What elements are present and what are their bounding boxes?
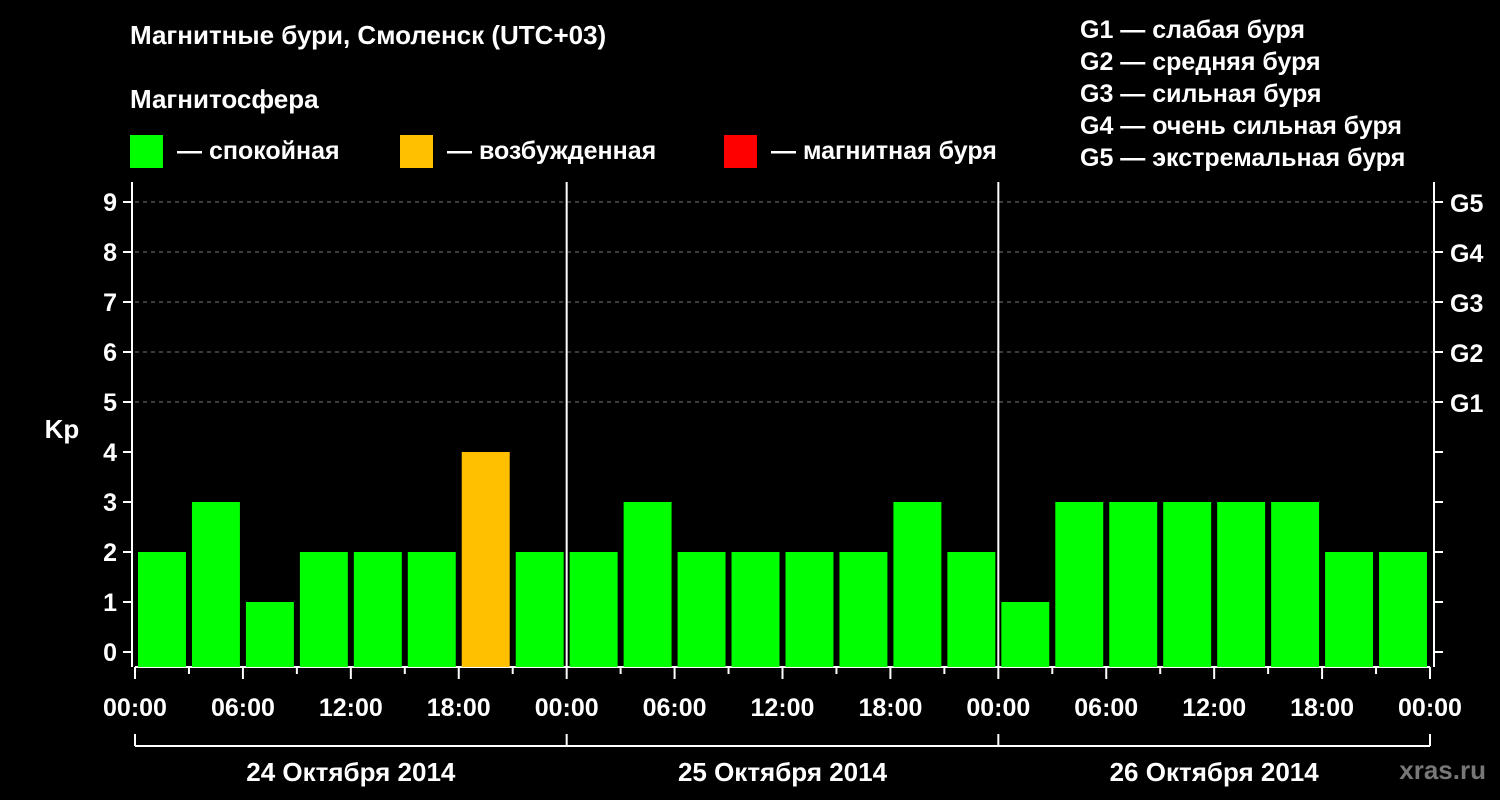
kp-bar bbox=[407, 552, 456, 667]
x-tick-label: 18:00 bbox=[427, 694, 491, 722]
g-level-label-g3: G3 bbox=[1450, 290, 1483, 318]
y-tick-label-0: 0 bbox=[103, 639, 117, 667]
y-tick-label-4: 4 bbox=[103, 439, 117, 467]
kp-bar bbox=[191, 502, 240, 667]
kp-bar bbox=[839, 552, 888, 667]
x-tick-label: 18:00 bbox=[858, 694, 922, 722]
x-tick-label: 18:00 bbox=[1290, 694, 1354, 722]
x-tick-label: 12:00 bbox=[751, 694, 815, 722]
x-tick-label: 06:00 bbox=[1074, 694, 1138, 722]
kp-bar bbox=[677, 552, 726, 667]
kp-bar bbox=[1325, 552, 1374, 667]
x-tick-label: 06:00 bbox=[643, 694, 707, 722]
kp-bar bbox=[299, 552, 348, 667]
day-label: 26 Октября 2014 bbox=[1110, 757, 1320, 787]
x-tick-label: 00:00 bbox=[1398, 694, 1462, 722]
kp-bar bbox=[1109, 502, 1158, 667]
y-tick-label-5: 5 bbox=[103, 389, 117, 417]
kp-bar bbox=[569, 552, 618, 667]
kp-bar bbox=[1271, 502, 1320, 667]
g-level-label-g5: G5 bbox=[1450, 190, 1483, 218]
kp-bar bbox=[1163, 502, 1212, 667]
y-tick-label-9: 9 bbox=[103, 189, 117, 217]
x-tick-label: 00:00 bbox=[966, 694, 1030, 722]
kp-bar bbox=[1217, 502, 1266, 667]
day-label: 25 Октября 2014 bbox=[678, 757, 888, 787]
g-level-label-g1: G1 bbox=[1450, 390, 1483, 418]
kp-bar bbox=[1379, 552, 1427, 667]
y-tick-label-3: 3 bbox=[103, 489, 117, 517]
x-tick-label: 06:00 bbox=[211, 694, 275, 722]
y-tick-label-6: 6 bbox=[103, 339, 117, 367]
day-label: 24 Октября 2014 bbox=[246, 757, 456, 787]
x-tick-label: 00:00 bbox=[103, 694, 167, 722]
kp-bar bbox=[1001, 602, 1050, 667]
kp-bar bbox=[353, 552, 402, 667]
y-tick-label-2: 2 bbox=[103, 539, 117, 567]
x-tick-label: 12:00 bbox=[1182, 694, 1246, 722]
g-level-label-g4: G4 bbox=[1450, 240, 1483, 268]
y-tick-label-7: 7 bbox=[103, 289, 117, 317]
kp-bar bbox=[138, 552, 186, 667]
kp-bar bbox=[893, 502, 942, 667]
y-tick-label-1: 1 bbox=[103, 589, 117, 617]
kp-bar bbox=[785, 552, 834, 667]
kp-bar bbox=[731, 552, 780, 667]
kp-bar bbox=[623, 502, 672, 667]
kp-bar bbox=[947, 552, 996, 667]
g-level-label-g2: G2 bbox=[1450, 340, 1483, 368]
y-axis-title: Kp bbox=[45, 414, 80, 444]
kp-chart: 0 1 2 3 4 5 6 7 8 9 G1 G2 G3 G4 G5 Kp 00:00 06:00 12:00 18:… bbox=[45, 182, 1483, 787]
watermark: xras.ru bbox=[1399, 755, 1486, 785]
kp-bar bbox=[515, 552, 564, 667]
x-tick-label: 00:00 bbox=[535, 694, 599, 722]
x-tick-label: 12:00 bbox=[319, 694, 383, 722]
y-tick-label-8: 8 bbox=[103, 239, 117, 267]
kp-bar bbox=[245, 602, 294, 667]
kp-bar bbox=[1055, 502, 1104, 667]
kp-bar bbox=[461, 452, 510, 667]
